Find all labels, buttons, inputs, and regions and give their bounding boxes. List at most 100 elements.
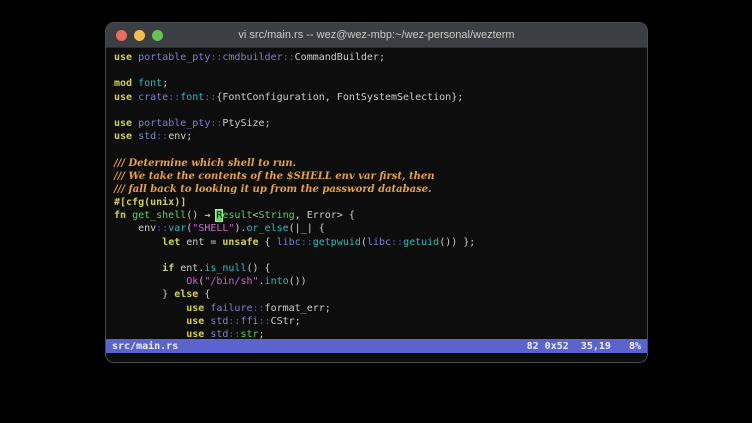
code-token: String [258, 210, 295, 222]
code-token: getuid [403, 236, 440, 248]
close-button[interactable] [116, 29, 127, 41]
code-token: var [168, 223, 187, 235]
code-token: :: [210, 52, 223, 63]
code-line: /// Determine which shell to run. [114, 157, 647, 170]
code-line: use portable_pty::cmdbuilder::CommandBui… [114, 51, 647, 64]
code-token: :: [210, 117, 223, 129]
code-token: :: [168, 91, 181, 103]
vim-command-line [106, 353, 647, 362]
code-token: format_err; [264, 302, 331, 314]
code-line: use portable_pty::PtySize; [114, 117, 647, 130]
code-token: {FontConfiguration, FontSystemSelection}… [216, 91, 464, 103]
code-token: use [186, 315, 211, 327]
code-token: if [162, 263, 181, 274]
code-token: ()) [288, 276, 307, 288]
window-titlebar[interactable]: vi src/main.rs -- wez@wez-mbp:~/wez-pers… [106, 23, 647, 48]
code-token: :: [156, 223, 169, 235]
code-token: unsafe [222, 236, 265, 248]
vim-statusline: src/main.rs 82 0x52 35,19 8% [106, 339, 647, 353]
code-token: → [204, 210, 217, 222]
code-token: ent = [186, 236, 223, 248]
code-token: failure [210, 302, 253, 314]
code-token: use [186, 302, 211, 314]
code-line: #[cfg(unix)] [114, 196, 647, 209]
code-token: env [114, 223, 157, 235]
code-token: ()) }; [439, 236, 476, 248]
code-token: getpwuid [312, 236, 361, 248]
code-token: "SHELL" [192, 223, 235, 235]
code-line: let ent = unsafe { libc::getpwuid(libc::… [114, 236, 647, 249]
code-line: } else { [114, 288, 647, 301]
code-token: } [114, 289, 175, 301]
code-token: /// fall back to looking it up from the … [114, 183, 432, 195]
code-line: /// fall back to looking it up from the … [114, 183, 647, 196]
code-token: fn [114, 210, 133, 222]
code-token: , Error> { [294, 210, 355, 222]
code-token: :: [252, 302, 265, 314]
code-token: :: [258, 315, 271, 327]
desktop-background: vi src/main.rs -- wez@wez-mbp:~/wez-pers… [0, 0, 752, 423]
code-token: libc [276, 236, 301, 248]
code-token: :: [228, 315, 241, 327]
code-token: env; [168, 131, 193, 143]
code-token: libc [366, 236, 392, 248]
code-token: let [162, 236, 187, 248]
code-line: mod font; [114, 77, 647, 90]
code-token: cmdbuilder [222, 52, 283, 63]
code-token: () [186, 210, 205, 222]
code-token: CStr; [270, 315, 301, 327]
code-token: { [264, 236, 277, 248]
code-line: use std::env; [114, 130, 647, 143]
code-line: use crate::font::{FontConfiguration, Fon… [114, 91, 647, 104]
code-token: { [204, 289, 211, 301]
code-token: ; [162, 78, 169, 90]
code-token: ent. [180, 263, 205, 274]
code-line: use std::ffi::CStr; [114, 315, 647, 328]
code-area[interactable]: use portable_pty::cmdbuilder::CommandBui… [106, 48, 647, 339]
code-token: :: [391, 236, 404, 248]
minimize-button[interactable] [134, 29, 145, 41]
code-token: CommandBuilder; [294, 52, 385, 63]
code-token: ; [258, 328, 265, 339]
code-token: portable_pty [138, 52, 211, 63]
window-title: vi src/main.rs -- wez@wez-mbp:~/wez-pers… [238, 29, 515, 41]
code-token: use [114, 91, 139, 103]
code-line: env::var("SHELL").or_else(|_| { [114, 222, 647, 235]
code-line: fn get_shell() → Result<String, Error> { [114, 209, 647, 223]
code-token: std [138, 131, 157, 143]
code-token: or_else [246, 223, 289, 235]
code-token: ffi [240, 315, 259, 327]
code-token: esult [222, 210, 253, 222]
code-token: else [174, 289, 205, 301]
code-token: get_shell [132, 210, 187, 222]
code-token: font [180, 91, 205, 103]
code-token: /// Determine which shell to run. [114, 157, 297, 169]
code-token: std [210, 328, 229, 339]
code-token: :: [228, 328, 241, 339]
code-token: ). [234, 223, 247, 235]
code-token: :: [204, 91, 217, 103]
code-token: font [138, 78, 163, 90]
code-line: use std::str; [114, 328, 647, 339]
statusline-filename: src/main.rs [112, 340, 179, 352]
code-token: crate [138, 91, 169, 103]
code-token: (|_| { [288, 223, 325, 235]
code-token: into [264, 276, 289, 288]
code-line: Ok("/bin/sh".into()) [114, 275, 647, 288]
code-token: std [210, 315, 229, 327]
code-token: #[cfg(unix)] [114, 197, 187, 209]
code-token: :: [300, 236, 313, 248]
code-token: is_null [204, 263, 247, 274]
zoom-button[interactable] [152, 29, 163, 41]
code-token: use [114, 52, 139, 63]
